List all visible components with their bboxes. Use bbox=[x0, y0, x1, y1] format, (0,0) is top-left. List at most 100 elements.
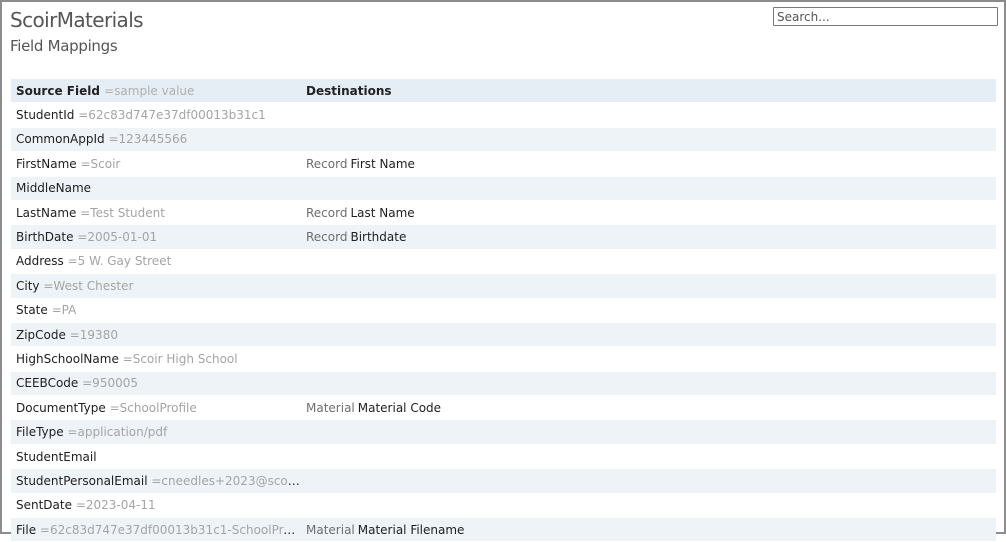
table-row[interactable]: StudentEmail bbox=[11, 444, 996, 470]
destination-object: Record bbox=[306, 230, 348, 245]
source-field-name: SentDate bbox=[16, 498, 72, 513]
destination-cell: Record First Name bbox=[301, 151, 996, 177]
sample-value: =19380 bbox=[69, 327, 118, 342]
destination-cell bbox=[301, 468, 996, 494]
sample-value: =Scoir High School bbox=[122, 351, 238, 366]
sample-value: =950005 bbox=[82, 376, 138, 391]
destination-cell bbox=[301, 346, 996, 372]
destination-cell bbox=[301, 273, 996, 299]
sample-value: =62c83d747e37df00013b31c1-SchoolProfile-… bbox=[39, 522, 301, 537]
source-field-name: StudentPersonalEmail bbox=[16, 473, 148, 488]
destination-cell: Record Birthdate bbox=[301, 224, 996, 250]
sample-value: =SchoolProfile bbox=[109, 400, 197, 415]
sample-value: =Scoir bbox=[80, 156, 121, 171]
destination-cell bbox=[301, 444, 996, 470]
table-row[interactable]: MiddleName bbox=[11, 176, 996, 201]
source-cell: FileType =application/pdf bbox=[11, 419, 301, 445]
destination-field: Birthdate bbox=[350, 230, 407, 245]
source-field-name: DocumentType bbox=[16, 400, 106, 415]
table-row[interactable]: LastName =Test Student Record Last Name bbox=[11, 200, 996, 226]
sample-value: =2005-01-01 bbox=[77, 230, 158, 245]
destination-object: Record bbox=[306, 205, 348, 220]
source-field-name: StudentId bbox=[16, 108, 75, 123]
sample-value: =123445566 bbox=[108, 132, 188, 147]
source-cell: City =West Chester bbox=[11, 273, 301, 299]
source-field-name: State bbox=[16, 303, 48, 318]
source-field-name: StudentEmail bbox=[16, 449, 97, 464]
source-cell: LastName =Test Student bbox=[11, 200, 301, 226]
source-field-name: LastName bbox=[16, 205, 77, 220]
table-row[interactable]: BirthDate =2005-01-01 Record Birthdate bbox=[11, 224, 996, 250]
destination-cell: Material Material Code bbox=[301, 395, 996, 421]
source-cell: CommonAppId =123445566 bbox=[11, 127, 301, 153]
table-row[interactable]: FileType =application/pdf bbox=[11, 419, 996, 445]
source-cell: File =62c83d747e37df00013b31c1-SchoolPro… bbox=[11, 517, 301, 542]
table-row[interactable]: SentDate =2023-04-11 bbox=[11, 493, 996, 519]
table-row[interactable]: CommonAppId =123445566 bbox=[11, 127, 996, 153]
table-row[interactable]: FirstName =Scoir Record First Name bbox=[11, 151, 996, 177]
source-field-name: CommonAppId bbox=[16, 132, 105, 147]
table-row[interactable]: ZipCode =19380 bbox=[11, 322, 996, 348]
page-subtitle: Field Mappings bbox=[10, 37, 118, 55]
source-cell: BirthDate =2005-01-01 bbox=[11, 224, 301, 250]
destination-cell bbox=[301, 102, 996, 128]
source-field-name: CEEBCode bbox=[16, 376, 79, 391]
destination-field: Material Code bbox=[357, 400, 442, 415]
source-cell: DocumentType =SchoolProfile bbox=[11, 395, 301, 421]
sample-value: =application/pdf bbox=[67, 425, 168, 440]
source-cell: FirstName =Scoir bbox=[11, 151, 301, 177]
destination-cell bbox=[301, 298, 996, 323]
sample-value: =cneedles+2023@scoir.com bbox=[151, 473, 301, 488]
source-cell: Address =5 W. Gay Street bbox=[11, 249, 301, 275]
source-field-name: HighSchoolName bbox=[16, 351, 119, 366]
app-window: ScoirMaterials Field Mappings Source Fie… bbox=[0, 0, 1006, 542]
table-row[interactable]: Address =5 W. Gay Street bbox=[11, 249, 996, 275]
destination-field: Material Filename bbox=[357, 522, 465, 537]
source-cell: ZipCode =19380 bbox=[11, 322, 301, 348]
destination-cell bbox=[301, 419, 996, 445]
destination-cell bbox=[301, 322, 996, 348]
destination-cell bbox=[301, 493, 996, 519]
table-row[interactable]: HighSchoolName =Scoir High School bbox=[11, 346, 996, 372]
source-field-name: Address bbox=[16, 254, 64, 269]
source-field-name: MiddleName bbox=[16, 181, 92, 196]
sample-value: =West Chester bbox=[43, 278, 134, 293]
table-row[interactable]: City =West Chester bbox=[11, 273, 996, 299]
sample-value: =Test Student bbox=[80, 205, 165, 220]
source-cell: StudentPersonalEmail =cneedles+2023@scoi… bbox=[11, 468, 301, 494]
source-field-header-label: Source Field bbox=[16, 83, 100, 98]
sample-value: =2023-04-11 bbox=[75, 498, 156, 513]
destination-cell: Record Last Name bbox=[301, 200, 996, 226]
source-cell: CEEBCode =950005 bbox=[11, 371, 301, 397]
table-row[interactable]: StudentPersonalEmail =cneedles+2023@scoi… bbox=[11, 468, 996, 494]
destination-cell: Material Material Filename bbox=[301, 517, 996, 542]
source-cell: StudentId =62c83d747e37df00013b31c1 bbox=[11, 102, 301, 128]
source-field-name: BirthDate bbox=[16, 230, 74, 245]
table-row[interactable]: DocumentType =SchoolProfile Material Mater… bbox=[11, 395, 996, 421]
sample-value: =5 W. Gay Street bbox=[67, 254, 172, 269]
destination-object: Record bbox=[306, 156, 348, 171]
destination-cell bbox=[301, 249, 996, 275]
table-row[interactable]: CEEBCode =950005 bbox=[11, 371, 996, 397]
destination-cell bbox=[301, 176, 996, 201]
app-title: ScoirMaterials bbox=[10, 8, 144, 32]
source-cell: MiddleName bbox=[11, 176, 301, 201]
source-field-header: Source Field =sample value bbox=[11, 79, 301, 104]
source-cell: HighSchoolName =Scoir High School bbox=[11, 346, 301, 372]
destination-object: Material bbox=[306, 522, 355, 537]
table-row[interactable]: File =62c83d747e37df00013b31c1-SchoolPro… bbox=[11, 517, 996, 542]
source-field-name: FirstName bbox=[16, 156, 77, 171]
destinations-header: Destinations bbox=[301, 79, 996, 104]
field-mappings-table: Source Field =sample value Destinations … bbox=[11, 79, 996, 542]
sample-value: =PA bbox=[51, 303, 77, 318]
source-field-name: FileType bbox=[16, 425, 64, 440]
source-cell: SentDate =2023-04-11 bbox=[11, 493, 301, 519]
search-input[interactable] bbox=[773, 7, 998, 26]
table-header-row: Source Field =sample value Destinations bbox=[11, 79, 996, 104]
table-row[interactable]: State =PA bbox=[11, 298, 996, 323]
destination-cell bbox=[301, 127, 996, 153]
table-row[interactable]: StudentId =62c83d747e37df00013b31c1 bbox=[11, 102, 996, 128]
destination-cell bbox=[301, 371, 996, 397]
source-field-name: ZipCode bbox=[16, 327, 66, 342]
source-cell: State =PA bbox=[11, 298, 301, 323]
